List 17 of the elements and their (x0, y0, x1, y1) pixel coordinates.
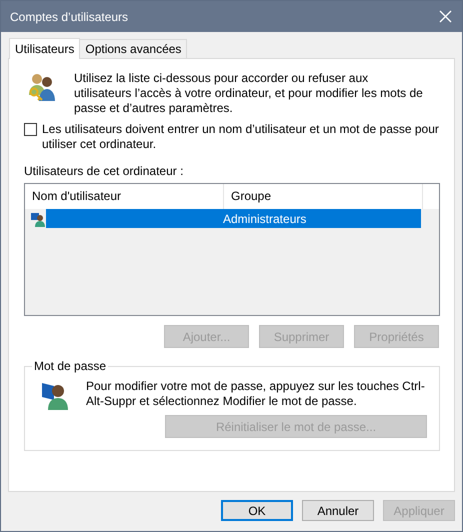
dialog-button[interactable]: Annuler (302, 500, 374, 521)
password-hint: Pour modifier votre mot de passe, appuyez sur les touches Ctrl-Alt-Suppr et sélectionnez Modifier le mot de passe. (86, 379, 426, 409)
tab[interactable]: Utilisateurs (9, 38, 80, 59)
checkbox-label: Les utilisateurs doivent entrer un nom d’utilisateur et un mot de passe pour utiliser cet ordinateur. (42, 122, 440, 152)
group-cell: Administrateurs (223, 212, 306, 226)
user-icon (30, 210, 46, 226)
dialog-button[interactable]: OK (221, 500, 293, 521)
group-title: Mot de passe (33, 359, 108, 373)
checkbox[interactable] (24, 123, 37, 136)
close-icon[interactable] (439, 10, 452, 23)
user-list[interactable]: Nom d'utilisateur Groupe Administrateurs (24, 183, 440, 316)
window-title: Comptes d’utilisateurs (10, 10, 128, 24)
tab[interactable]: Options avancées (79, 39, 188, 58)
intro-text: Utilisez la liste ci-dessous pour accorder ou refuser aux utilisateurs l’accès à votre ordinateur, et pour modifier les mots de passe et d’autres paramètres. (74, 71, 424, 116)
list-row[interactable]: Administrateurs (46, 209, 421, 228)
users-key-icon (26, 71, 58, 103)
list-label: Utilisateurs de cet ordinateur : (24, 164, 184, 178)
